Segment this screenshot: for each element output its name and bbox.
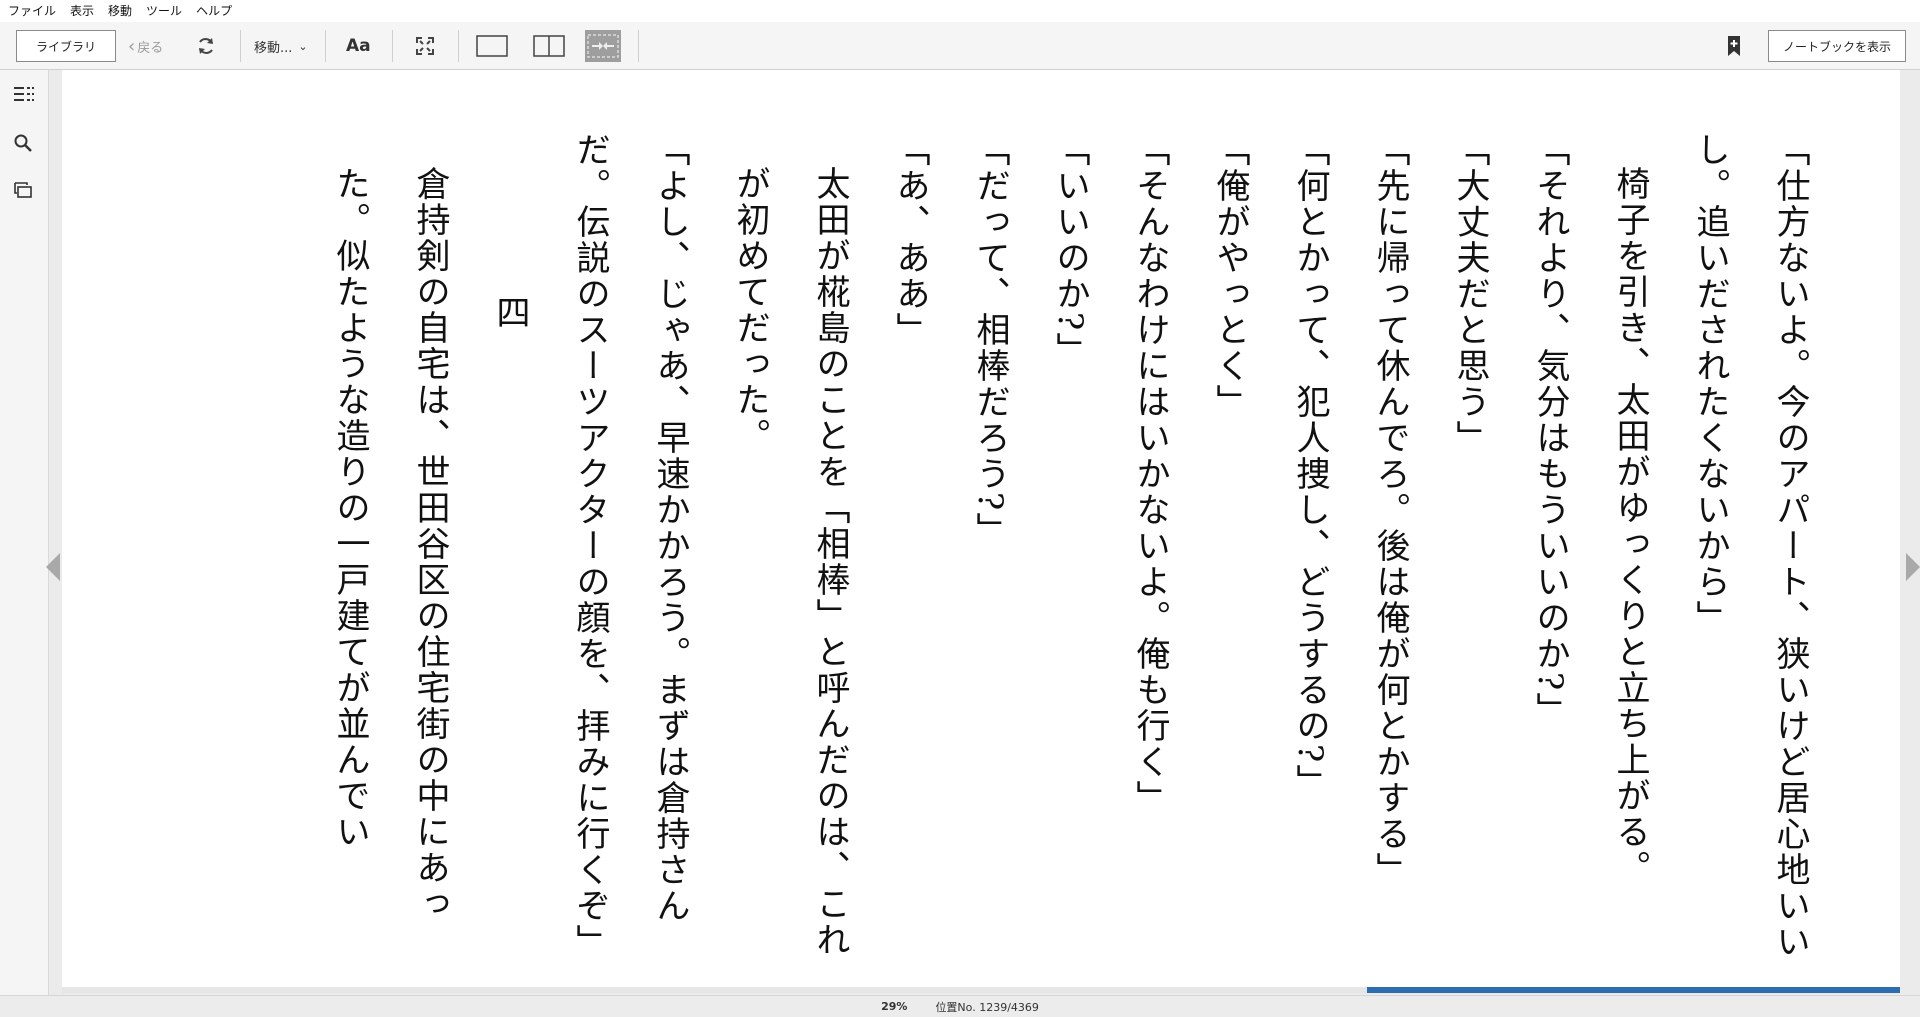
paragraph: 太田が椛島のことを「相棒」と呼んだのは、これが初めてだった。 bbox=[730, 166, 850, 958]
chapter-heading: 四 bbox=[490, 295, 530, 332]
paragraph: 「よし、じゃあ、早速かかろう。まずは倉持さんだ。伝説のスーツアクターの顔を、拝み… bbox=[570, 132, 690, 960]
paragraph: 「それより、気分はもういいのか?」 bbox=[1530, 132, 1570, 729]
paragraph: 「先に帰って休んでろ。後は俺が何とかする」 bbox=[1370, 132, 1410, 888]
fullscreen-icon bbox=[416, 37, 434, 55]
flashcards-button[interactable] bbox=[13, 181, 33, 203]
flashcards-icon bbox=[14, 182, 32, 198]
paragraph: 「大丈夫だと思う」 bbox=[1450, 132, 1490, 456]
paragraph: 「そんなわけにはいかないよ。俺も行く」 bbox=[1130, 132, 1170, 816]
paragraph: 「だって、相棒だろう?」 bbox=[970, 132, 1010, 549]
menu-tools[interactable]: ツール bbox=[139, 0, 189, 22]
two-column-button[interactable] bbox=[533, 22, 565, 70]
toolbar: ライブラリ ‹ 戻る 移動... ⌄ Aa ノートブックを表示 bbox=[0, 22, 1920, 70]
single-column-icon bbox=[476, 35, 508, 57]
paragraph: 「何とかって、犯人捜し、どうするの?」 bbox=[1290, 132, 1330, 801]
menu-go[interactable]: 移動 bbox=[101, 0, 139, 22]
previous-page-arrow[interactable] bbox=[46, 553, 60, 581]
two-column-icon bbox=[533, 35, 565, 57]
library-button[interactable]: ライブラリ bbox=[16, 30, 116, 62]
fit-width-icon bbox=[587, 34, 619, 58]
menu-file[interactable]: ファイル bbox=[0, 0, 63, 22]
paragraph: 椅子を引き、太田がゆっくりと立ち上がる。 bbox=[1610, 166, 1650, 886]
fullscreen-button[interactable] bbox=[415, 22, 435, 70]
bookmark-button[interactable] bbox=[1726, 22, 1742, 70]
toolbar-divider bbox=[638, 30, 639, 62]
fit-width-button[interactable] bbox=[585, 30, 621, 62]
paragraph: 倉持剣の自宅は、世田谷区の住宅街の中にあった。似たような造りの一戸建てが並んでい bbox=[330, 166, 450, 922]
paragraph: 「俺がやっとく」 bbox=[1210, 132, 1250, 420]
paragraph: 「あ、ああ」 bbox=[890, 132, 930, 348]
right-gutter bbox=[1900, 70, 1920, 995]
goto-dropdown[interactable]: 移動... ⌄ bbox=[254, 22, 308, 70]
search-button[interactable] bbox=[13, 133, 33, 157]
reading-progress-bar bbox=[62, 987, 1900, 993]
left-sidebar bbox=[0, 70, 49, 995]
toolbar-divider bbox=[392, 30, 393, 62]
next-page-arrow[interactable] bbox=[1906, 553, 1920, 581]
chevron-left-icon: ‹ bbox=[128, 35, 136, 57]
toolbar-divider bbox=[325, 30, 326, 62]
paragraph: 「いいのか?」 bbox=[1050, 132, 1090, 369]
back-button[interactable]: ‹ 戻る bbox=[128, 22, 163, 70]
book-text: 「仕方ないよ。今のアパート、狭いけど居心地いいし。追いだされたくないから」 椅子を… bbox=[310, 132, 1830, 972]
back-label: 戻る bbox=[137, 40, 164, 56]
location-indicator: 位置No. 1239/4369 bbox=[935, 1000, 1039, 1014]
show-notebook-button[interactable]: ノートブックを表示 bbox=[1768, 30, 1906, 62]
toolbar-divider bbox=[458, 30, 459, 62]
bookmark-add-icon bbox=[1728, 36, 1740, 56]
sync-icon bbox=[199, 38, 213, 54]
menu-view[interactable]: 表示 bbox=[63, 0, 101, 22]
reading-page: 「仕方ないよ。今のアパート、狭いけど居心地いいし。追いだされたくないから」 椅子を… bbox=[62, 70, 1900, 987]
toolbar-divider bbox=[240, 30, 241, 62]
paragraph: 「仕方ないよ。今のアパート、狭いけど居心地いいし。追いだされたくないから」 bbox=[1690, 132, 1810, 960]
menu-bar: ファイル 表示 移動 ツール ヘルプ bbox=[0, 0, 1920, 22]
menu-help[interactable]: ヘルプ bbox=[189, 0, 239, 22]
goto-label: 移動... bbox=[254, 40, 293, 56]
status-bar: 29% 位置No. 1239/4369 bbox=[0, 995, 1920, 1017]
toc-icon bbox=[14, 87, 34, 101]
toc-button[interactable] bbox=[13, 86, 35, 106]
font-settings-button[interactable]: Aa bbox=[346, 22, 371, 70]
progress-percent: 29% bbox=[881, 1000, 908, 1013]
search-icon bbox=[14, 134, 32, 152]
sync-button[interactable] bbox=[196, 22, 216, 70]
chevron-down-icon: ⌄ bbox=[298, 39, 308, 53]
single-column-button[interactable] bbox=[476, 22, 508, 70]
reading-progress-fill bbox=[1366, 987, 1900, 993]
